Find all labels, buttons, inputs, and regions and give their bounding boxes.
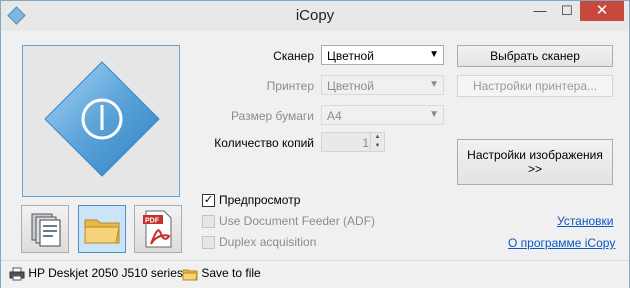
copy-stack-icon [31,213,61,247]
duplex-label: Duplex acquisition [219,235,317,249]
app-window: iCopy — ☐ ✕ PDF Сканер Цветной ▼ Принтер… [0,0,630,288]
preview-checkbox[interactable]: ✓ [202,194,215,207]
status-printer[interactable]: HP Deskjet 2050 J510 series [9,266,183,281]
status-save-to-file[interactable]: Save to file [182,266,261,281]
printer-icon [9,267,25,281]
chevron-down-icon: ▼ [429,109,439,120]
scanner-value: Цветной [327,49,374,63]
paper-size-value: A4 [327,109,342,123]
chevron-down-icon: ▼ [429,49,439,60]
pdf-mode-button[interactable]: PDF [134,205,182,253]
image-settings-button[interactable]: Настройки изображения >> [457,139,613,185]
copies-value: 1 [362,136,369,150]
folder-icon [182,269,198,281]
title-bar[interactable]: iCopy — ☐ ✕ [1,1,629,31]
preview-label: Предпросмотр [219,193,301,207]
stepper-arrows-icon[interactable]: ▲ ▼ [370,133,384,151]
svg-text:PDF: PDF [145,218,160,225]
paper-size-select[interactable]: A4 ▼ [321,105,444,125]
adf-checkbox[interactable] [202,215,215,228]
copies-label: Количество копий [214,136,314,150]
maximize-button[interactable]: ☐ [554,1,580,21]
close-button[interactable]: ✕ [580,1,624,21]
copy-mode-button[interactable] [21,205,69,253]
about-link[interactable]: О программе iCopy [508,236,615,250]
minimize-button[interactable]: — [526,1,554,21]
status-bar: HP Deskjet 2050 J510 series Save to file [1,260,629,288]
save-to-file-label: Save to file [201,266,261,280]
pdf-icon: PDF [143,210,172,248]
settings-link[interactable]: Установки [557,214,613,228]
adf-label: Use Document Feeder (ADF) [219,214,376,228]
folder-icon [84,219,120,244]
printer-value: Цветной [327,79,374,93]
printer-name: HP Deskjet 2050 J510 series [28,266,183,280]
printer-settings-button[interactable]: Настройки принтера... [457,75,613,97]
printer-select[interactable]: Цветной ▼ [321,75,444,95]
select-scanner-button[interactable]: Выбрать сканер [457,45,613,67]
chevron-down-icon: ▼ [429,79,439,90]
save-mode-button[interactable] [78,205,126,253]
image-settings-arrows: >> [527,162,542,176]
copies-stepper[interactable]: 1 ▲ ▼ [321,132,385,152]
image-settings-label: Настройки изображения [467,148,603,162]
scanner-label: Сканер [273,49,314,63]
duplex-checkbox[interactable] [202,236,215,249]
printer-label: Принтер [266,79,314,93]
scanner-select[interactable]: Цветной ▼ [321,45,444,65]
paper-size-label: Размер бумаги [230,109,314,123]
